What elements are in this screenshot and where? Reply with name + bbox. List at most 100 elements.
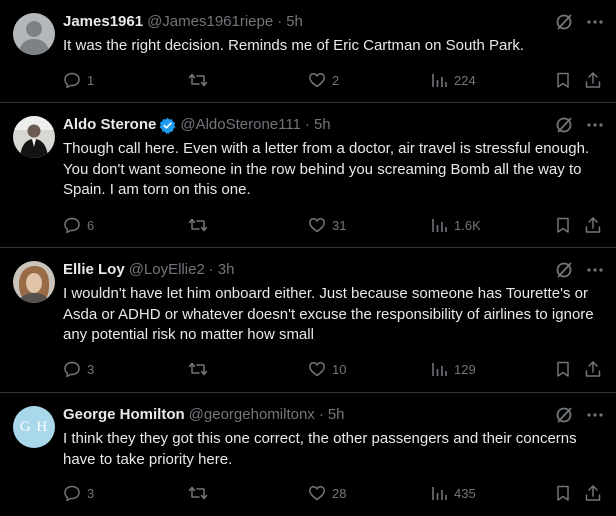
timestamp[interactable]: 5h — [314, 115, 331, 135]
verified-badge-icon — [159, 117, 176, 134]
more-icon[interactable] — [586, 261, 604, 279]
reply-button[interactable]: 6 — [63, 216, 94, 234]
bookmark-button[interactable] — [554, 360, 572, 378]
action-bar: 6 31 1.6K — [63, 216, 604, 236]
retweet-button[interactable] — [188, 216, 214, 234]
like-count: 10 — [332, 361, 347, 377]
timestamp[interactable]: 3h — [218, 260, 235, 280]
share-icon — [585, 361, 601, 377]
like-count: 28 — [332, 485, 347, 501]
reply-icon — [64, 72, 80, 89]
tweet[interactable]: James1961 @James1961riepe · 5h It was th… — [0, 0, 616, 103]
retweet-button[interactable] — [188, 360, 214, 378]
more-icon[interactable] — [586, 13, 604, 31]
avatar[interactable] — [13, 13, 55, 55]
action-bar: 1 2 224 — [63, 71, 604, 91]
timestamp[interactable]: 5h — [286, 12, 303, 32]
retweet-button[interactable] — [188, 484, 214, 502]
tweet-header: James1961 @James1961riepe · 5h — [63, 12, 303, 32]
user-handle[interactable]: @AldoSterone111 — [180, 115, 301, 135]
share-button[interactable] — [584, 71, 602, 89]
user-handle[interactable]: @georgehomiltonx — [189, 405, 315, 425]
like-icon — [309, 73, 325, 88]
display-name[interactable]: Aldo Sterone — [63, 115, 156, 135]
tweet-header: George Homilton @georgehomiltonx · 5h — [63, 405, 345, 425]
bookmark-button[interactable] — [554, 216, 572, 234]
retweet-button[interactable] — [188, 71, 214, 89]
reply-icon — [64, 217, 80, 234]
like-button[interactable]: 10 — [308, 360, 346, 378]
bookmark-icon — [557, 361, 569, 377]
retweet-icon — [188, 218, 208, 232]
reply-icon — [64, 485, 80, 502]
grok-icon[interactable] — [554, 260, 574, 280]
bookmark-icon — [557, 485, 569, 501]
views-icon — [432, 363, 447, 376]
avatar[interactable] — [13, 116, 55, 158]
tweet-text: I think they they got this one correct, … — [63, 430, 577, 468]
timestamp[interactable]: 5h — [328, 405, 345, 425]
retweet-icon — [188, 362, 208, 376]
share-icon — [585, 217, 601, 233]
user-handle[interactable]: @LoyEllie2 — [129, 260, 205, 280]
view-count: 224 — [454, 72, 476, 88]
views-button[interactable]: 129 — [430, 360, 476, 378]
avatar[interactable]: G H — [13, 406, 55, 448]
grok-icon[interactable] — [554, 405, 574, 425]
profile-photo-icon — [13, 116, 55, 158]
like-count: 31 — [332, 217, 347, 233]
views-button[interactable]: 224 — [430, 71, 476, 89]
separator-dot: · — [304, 116, 310, 133]
views-button[interactable]: 435 — [430, 484, 476, 502]
reply-count: 6 — [87, 217, 95, 233]
like-count: 2 — [332, 72, 340, 88]
view-count: 129 — [454, 361, 476, 377]
display-name[interactable]: James1961 — [63, 12, 143, 32]
reply-icon — [64, 361, 80, 378]
avatar[interactable] — [13, 261, 55, 303]
profile-photo-icon — [13, 261, 55, 303]
share-icon — [585, 485, 601, 501]
user-handle[interactable]: @James1961riepe — [147, 12, 273, 32]
tweet[interactable]: Ellie Loy @LoyEllie2 · 3h I wouldn't hav… — [0, 248, 616, 393]
bookmark-button[interactable] — [554, 71, 572, 89]
like-button[interactable]: 28 — [308, 484, 346, 502]
reply-count: 1 — [87, 72, 95, 88]
share-button[interactable] — [584, 360, 602, 378]
retweet-icon — [188, 486, 208, 500]
action-bar: 3 28 435 — [63, 484, 604, 504]
action-bar: 3 10 129 — [63, 360, 604, 380]
grok-icon[interactable] — [554, 115, 574, 135]
separator-dot: · — [277, 13, 283, 30]
like-button[interactable]: 31 — [308, 216, 346, 234]
tweet[interactable]: G H George Homilton @georgehomiltonx · 5… — [0, 393, 616, 516]
share-button[interactable] — [584, 216, 602, 234]
bookmark-icon — [557, 217, 569, 233]
reply-feed: James1961 @James1961riepe · 5h It was th… — [0, 0, 616, 516]
tweet-text: I wouldn't have let him onboard either. … — [63, 285, 594, 343]
grok-icon[interactable] — [554, 12, 574, 32]
display-name[interactable]: Ellie Loy — [63, 260, 125, 280]
like-button[interactable]: 2 — [308, 71, 339, 89]
more-icon[interactable] — [586, 406, 604, 424]
view-count: 1.6K — [454, 217, 481, 233]
reply-button[interactable]: 3 — [63, 360, 94, 378]
views-icon — [432, 487, 447, 500]
like-icon — [309, 486, 325, 501]
separator-dot: · — [208, 261, 214, 278]
reply-button[interactable]: 1 — [63, 71, 94, 89]
tweet-header: Aldo Sterone @AldoSterone111 · 5h — [63, 115, 331, 135]
tweet[interactable]: Aldo Sterone @AldoSterone111 · 5h Though… — [0, 103, 616, 248]
more-icon[interactable] — [586, 116, 604, 134]
views-icon — [432, 74, 447, 87]
tweet-header: Ellie Loy @LoyEllie2 · 3h — [63, 260, 234, 280]
share-button[interactable] — [584, 484, 602, 502]
reply-button[interactable]: 3 — [63, 484, 94, 502]
reply-count: 3 — [87, 361, 95, 377]
separator-dot: · — [318, 406, 324, 423]
display-name[interactable]: George Homilton — [63, 405, 185, 425]
views-button[interactable]: 1.6K — [430, 216, 481, 234]
bookmark-button[interactable] — [554, 484, 572, 502]
tweet-text: Though call here. Even with a letter fro… — [63, 140, 590, 198]
avatar-initials: G H — [19, 418, 49, 435]
